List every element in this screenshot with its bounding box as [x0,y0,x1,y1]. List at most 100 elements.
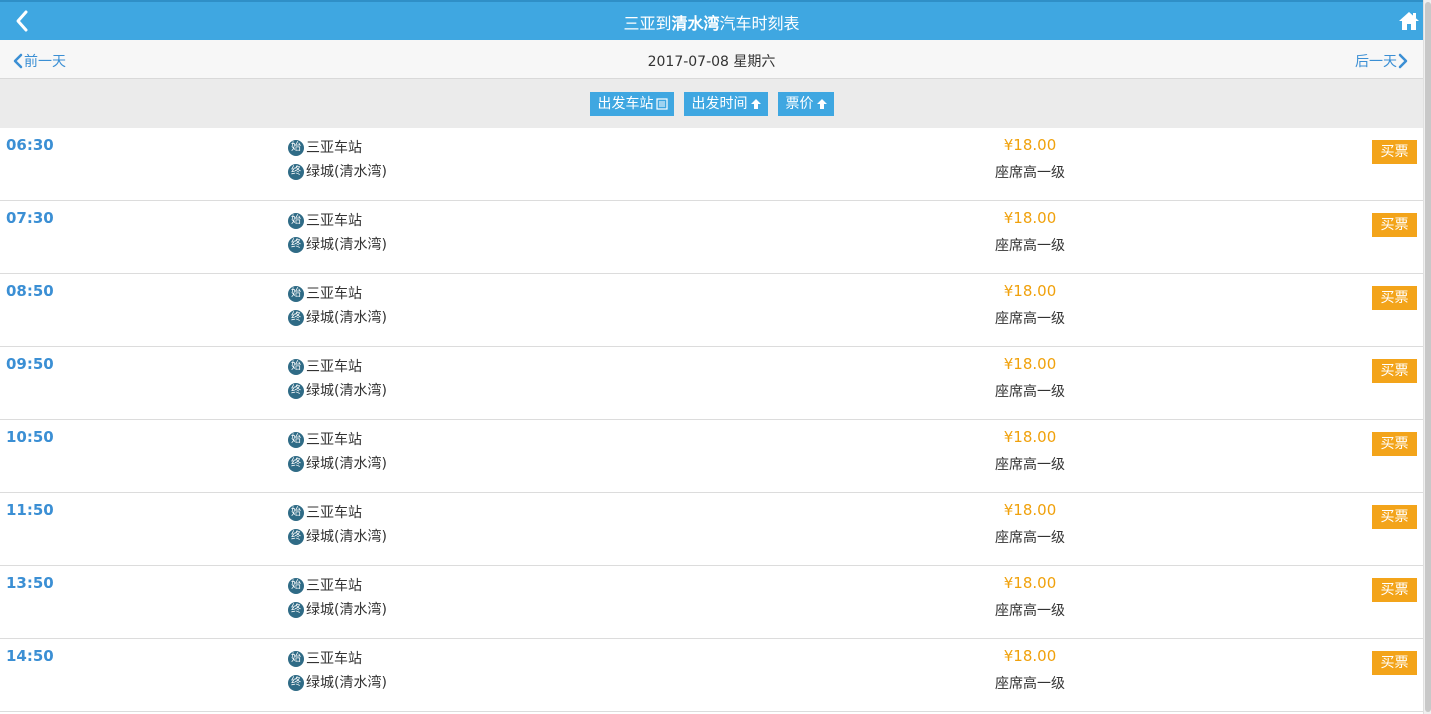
chevron-right-icon [1398,53,1408,69]
end-badge-icon: 终 [288,237,304,253]
end-station-name: 绿城(清水湾) [306,383,387,399]
stations: 始三亚车站 终绿城(清水湾) [288,501,387,549]
stations: 始三亚车站 终绿城(清水湾) [288,355,387,403]
stations: 始三亚车站 终绿城(清水湾) [288,574,387,622]
sort-time-label: 出发时间 [691,95,748,112]
title-destination: 清水湾 [671,14,720,33]
start-badge-icon: 始 [288,578,304,594]
sort-bar: 出发车站 出发时间 票价 [0,79,1423,128]
ticket-price: ¥18.00 [1003,355,1057,373]
start-station: 始三亚车站 [288,209,387,233]
stations: 始三亚车站 终绿城(清水湾) [288,136,387,184]
ticket-price: ¥18.00 [1003,501,1057,519]
departure-time: 10:50 [6,428,54,446]
ticket-price: ¥18.00 [1003,647,1057,665]
start-station: 始三亚车站 [288,428,387,452]
end-station: 终绿城(清水湾) [288,306,387,330]
end-badge-icon: 终 [288,602,304,618]
buy-ticket-button[interactable]: 买票 [1372,286,1417,310]
start-badge-icon: 始 [288,140,304,156]
start-station: 始三亚车站 [288,136,387,160]
start-badge-icon: 始 [288,505,304,521]
seat-type: 座席高一级 [995,603,1065,619]
departure-time: 13:50 [6,574,54,592]
start-station: 始三亚车站 [288,574,387,598]
end-station: 终绿城(清水湾) [288,379,387,403]
scrollbar[interactable] [1423,0,1431,714]
start-station: 始三亚车站 [288,501,387,525]
buy-ticket-button[interactable]: 买票 [1372,432,1417,456]
title-suffix: 汽车时刻表 [719,14,800,33]
stations: 始三亚车站 终绿城(清水湾) [288,282,387,330]
end-station: 终绿城(清水湾) [288,671,387,695]
stations: 始三亚车站 终绿城(清水湾) [288,428,387,476]
start-station-name: 三亚车站 [306,651,362,667]
date-bar: 前一天 2017-07-08 星期六 后一天 [0,40,1423,79]
next-day-button[interactable]: 后一天 [1355,51,1409,71]
scrollbar-thumb[interactable] [1425,2,1431,712]
trip-list: 06:30 始三亚车站 终绿城(清水湾) ¥18.00 座席高一级 买票 07:… [0,128,1423,712]
end-station: 终绿城(清水湾) [288,525,387,549]
buy-ticket-button[interactable]: 买票 [1372,140,1417,164]
next-day-label: 后一天 [1355,54,1397,70]
trip-row: 14:50 始三亚车站 终绿城(清水湾) ¥18.00 座席高一级 买票 [0,639,1423,712]
sort-time-button[interactable]: 出发时间 [683,91,768,116]
sort-price-label: 票价 [785,95,814,112]
sort-station-label: 出发车站 [597,95,654,112]
buy-ticket-button[interactable]: 买票 [1372,213,1417,237]
stations: 始三亚车站 终绿城(清水湾) [288,209,387,257]
trip-row: 07:30 始三亚车站 终绿城(清水湾) ¥18.00 座席高一级 买票 [0,201,1423,274]
buy-ticket-button[interactable]: 买票 [1372,651,1417,675]
start-badge-icon: 始 [288,359,304,375]
end-badge-icon: 终 [288,310,304,326]
end-badge-icon: 终 [288,456,304,472]
end-station-name: 绿城(清水湾) [306,237,387,253]
trip-row: 06:30 始三亚车站 终绿城(清水湾) ¥18.00 座席高一级 买票 [0,128,1423,201]
departure-time: 11:50 [6,501,54,519]
home-button[interactable] [1397,9,1421,33]
sort-price-button[interactable]: 票价 [777,91,834,116]
buy-ticket-button[interactable]: 买票 [1372,505,1417,529]
seat-type: 座席高一级 [995,165,1065,181]
start-station: 始三亚车站 [288,282,387,306]
end-station-name: 绿城(清水湾) [306,164,387,180]
start-station: 始三亚车站 [288,647,387,671]
start-station-name: 三亚车站 [306,213,362,229]
start-station-name: 三亚车站 [306,432,362,448]
start-station-name: 三亚车站 [306,505,362,521]
page-title: 三亚到清水湾汽车时刻表 [0,10,1423,34]
buy-ticket-button[interactable]: 买票 [1372,578,1417,602]
buy-ticket-button[interactable]: 买票 [1372,359,1417,383]
end-station-name: 绿城(清水湾) [306,529,387,545]
ticket-price: ¥18.00 [1003,136,1057,154]
ticket-price: ¥18.00 [1003,428,1057,446]
filter-icon [655,97,668,110]
arrow-up-icon [750,98,761,109]
trip-row: 08:50 始三亚车站 终绿城(清水湾) ¥18.00 座席高一级 买票 [0,274,1423,347]
start-station-name: 三亚车站 [306,359,362,375]
departure-time: 14:50 [6,647,54,665]
end-badge-icon: 终 [288,675,304,691]
current-date: 2017-07-08 星期六 [647,54,776,70]
title-origin: 三亚 [623,14,656,33]
end-station: 终绿城(清水湾) [288,452,387,476]
departure-time: 09:50 [6,355,54,373]
sort-station-button[interactable]: 出发车站 [589,91,674,116]
start-badge-icon: 始 [288,651,304,667]
seat-type: 座席高一级 [995,530,1065,546]
top-bar: 三亚到清水湾汽车时刻表 [0,0,1423,40]
end-station: 终绿城(清水湾) [288,598,387,622]
start-station-name: 三亚车站 [306,286,362,302]
start-badge-icon: 始 [288,432,304,448]
ticket-price: ¥18.00 [1003,209,1057,227]
end-station-name: 绿城(清水湾) [306,602,387,618]
end-badge-icon: 终 [288,529,304,545]
seat-type: 座席高一级 [995,238,1065,254]
seat-type: 座席高一级 [995,676,1065,692]
departure-time: 07:30 [6,209,54,227]
start-station: 始三亚车站 [288,355,387,379]
arrow-up-icon [816,98,827,109]
home-icon [1399,12,1419,30]
departure-time: 06:30 [6,136,54,154]
start-badge-icon: 始 [288,286,304,302]
